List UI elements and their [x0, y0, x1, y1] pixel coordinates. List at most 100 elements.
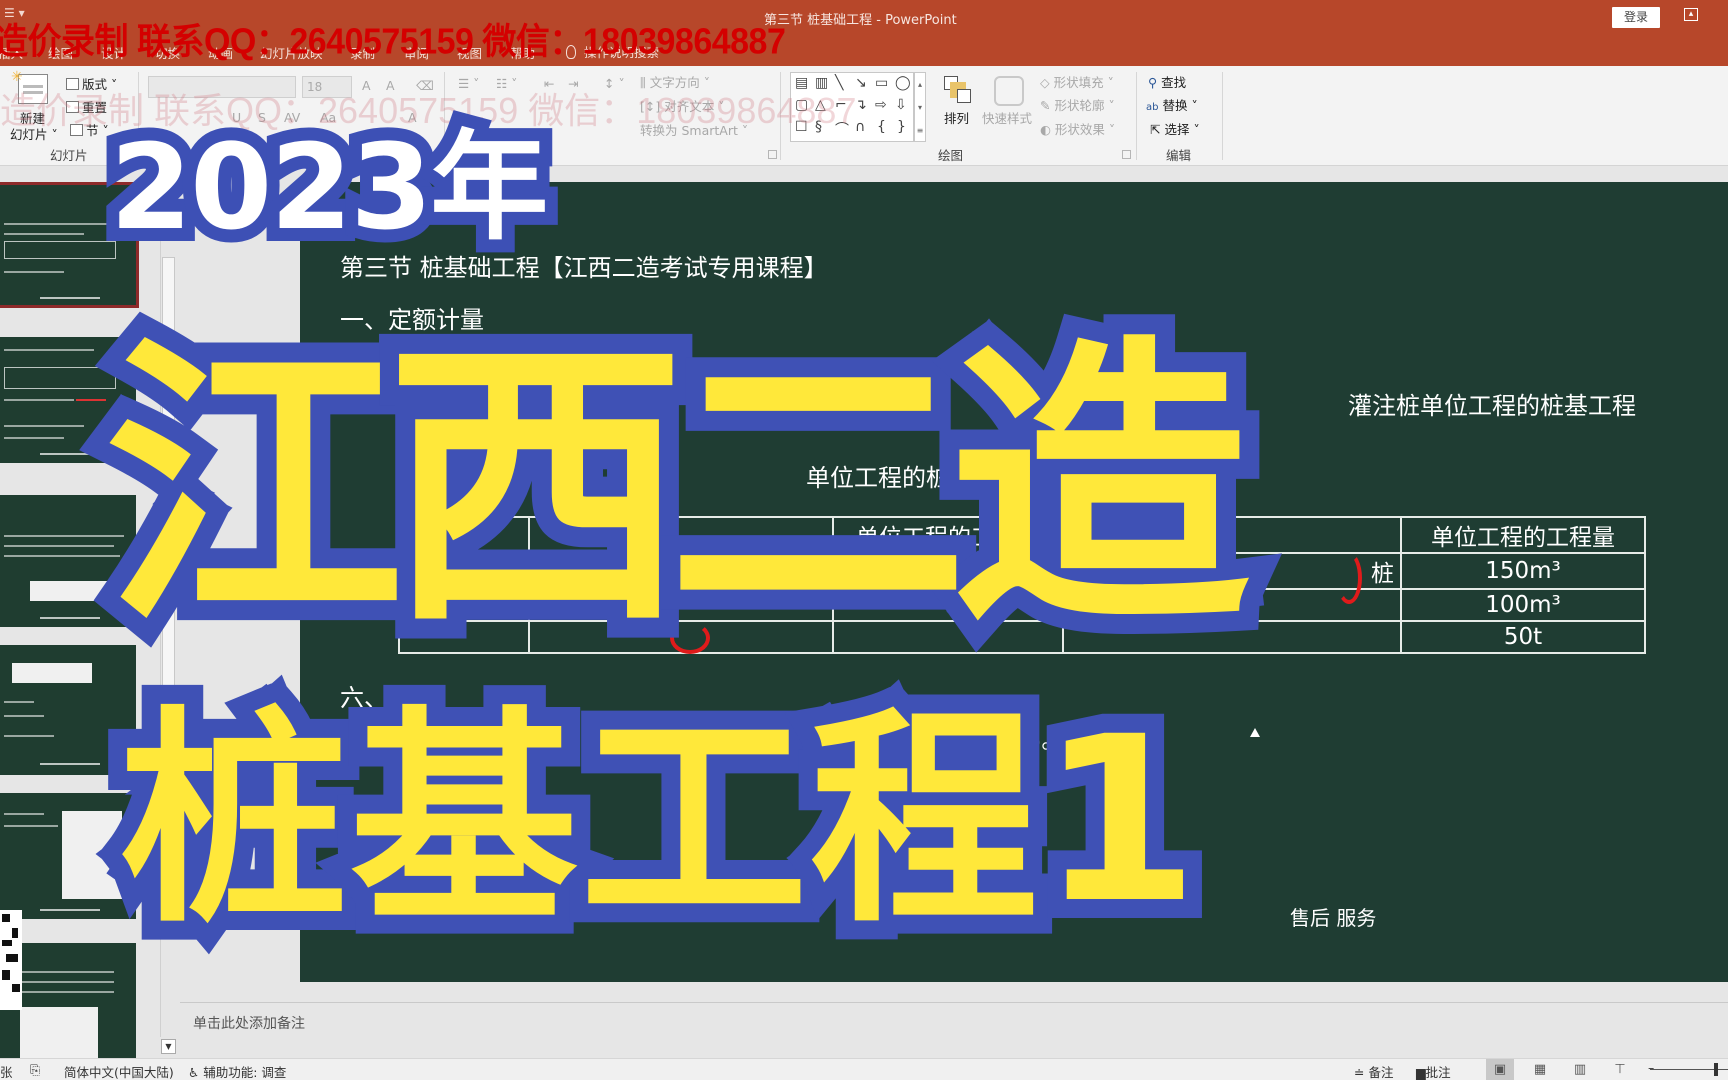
down-arrow-shape-icon[interactable]: ⇩ [895, 97, 907, 113]
arrow-line-shape-icon[interactable]: ↘ [855, 75, 867, 91]
ribbon-display-options-icon[interactable]: ▴ [1684, 8, 1698, 21]
arrange-icon[interactable] [944, 76, 972, 104]
thumb-text-line [4, 825, 58, 827]
slide-thumbnail[interactable] [0, 645, 136, 775]
overlay-year-text: 2023年 [97, 115, 561, 259]
arrange-button[interactable]: 排列 [944, 108, 969, 127]
spell-check-icon[interactable]: ⎘ [30, 1062, 40, 1078]
shape-fill-label: 形状填充 [1053, 75, 1104, 90]
comment-icon: ▆ [1416, 1065, 1426, 1080]
slide-thumbnail[interactable] [0, 793, 136, 919]
notes-button[interactable]: ≐ 备注 [1354, 1062, 1393, 1080]
shape-fill-button[interactable]: ◇ 形状填充 ˅ [1040, 72, 1114, 91]
footer-text: 售后 服务 [1290, 906, 1377, 930]
thumb-image [12, 663, 92, 683]
window-title: 第三节 桩基础工程 - PowerPoint [764, 13, 957, 28]
thumb-text-line [4, 271, 64, 273]
select-button[interactable]: ⇱ 选择 ˅ [1150, 119, 1200, 138]
overlay-title-text: 江西二造 [84, 313, 1270, 662]
normal-view-icon[interactable]: ▣ [1486, 1059, 1514, 1080]
slide-sorter-view-icon[interactable]: ▦ [1526, 1059, 1554, 1080]
select-label: 选择 [1164, 122, 1190, 137]
reading-view-icon[interactable]: ▥ [1566, 1059, 1594, 1080]
oval-shape-icon[interactable]: ◯ [895, 75, 911, 91]
table-header-cell: 单位工程的工程量 [1400, 516, 1646, 554]
find-button[interactable]: ⚲ 查找 [1148, 72, 1186, 91]
thumb-text-line [4, 349, 94, 351]
thumb-red-text [76, 399, 106, 401]
comments-label: 批注 [1425, 1065, 1451, 1080]
thumb-text-line [4, 813, 44, 815]
thumb-text-line [4, 715, 44, 717]
thumb-text-line [4, 233, 84, 235]
thumb-text-line [4, 425, 84, 427]
zoom-out-button[interactable]: – [1648, 1060, 1654, 1075]
thumb-table [4, 367, 116, 389]
notes-divider[interactable] [180, 1002, 1728, 1003]
cursor-arrow-icon: ⇱ [1150, 122, 1161, 137]
replace-button[interactable]: ab 替换 ˅ [1146, 95, 1198, 114]
slide-count: 张 [0, 1065, 13, 1080]
thumb-footer [40, 297, 100, 299]
drawing-dialog-launcher[interactable] [1122, 150, 1131, 159]
notes-placeholder[interactable]: 单击此处添加备注 [193, 1013, 305, 1033]
replace-label: 替换 [1162, 98, 1188, 113]
find-label: 查找 [1161, 75, 1187, 90]
shape-effects-button[interactable]: ◐ 形状效果 ˅ [1040, 119, 1115, 138]
rectangle-shape-icon[interactable]: ▭ [875, 75, 888, 91]
comments-button[interactable]: ▆批注 [1416, 1062, 1451, 1080]
thumb-text-line [4, 555, 120, 557]
language-indicator[interactable]: 简体中文(中国大陆) [64, 1062, 174, 1080]
zoom-slider-handle[interactable] [1714, 1063, 1718, 1076]
shape-outline-button[interactable]: ✎ 形状轮廓 ˅ [1040, 95, 1115, 114]
shapes-gallery-scroll[interactable]: ▴ ▾ ≡ [914, 72, 926, 142]
slides-group-label: 幻灯片 [50, 148, 88, 163]
scroll-down-arrow-icon[interactable]: ▼ [161, 1039, 176, 1054]
table-cell: 150m³ [1400, 552, 1646, 590]
table-cell: 100m³ [1400, 588, 1646, 622]
notes-label: 备注 [1368, 1065, 1394, 1080]
thumb-text-line [4, 223, 114, 225]
elbow-arrow-connector-icon[interactable]: ↴ [855, 97, 867, 113]
accessibility-icon: ♿ [188, 1065, 200, 1080]
slideshow-view-icon[interactable]: ⊤ [1606, 1059, 1634, 1080]
qr-code [0, 910, 22, 1010]
left-brace-shape-icon[interactable]: { [877, 119, 886, 135]
right-brace-shape-icon[interactable]: } [897, 119, 906, 135]
watermark-text: 造价录制 联系QQ：2640575159 微信：18039864887 [0, 22, 786, 63]
search-icon: ⚲ [1148, 75, 1158, 90]
thumb-footer [40, 763, 100, 765]
thumb-text-line [4, 437, 64, 439]
thumb-text-line [4, 735, 54, 737]
editing-group-label: 编辑 [1166, 148, 1192, 163]
thumb-text-line [4, 399, 74, 401]
paragraph-fragment: 灌注桩单位工程的桩基工程 [1348, 392, 1636, 420]
group-divider [1136, 72, 1137, 160]
shape-effects-label: 形状效果 [1054, 122, 1105, 137]
thumb-footer [40, 617, 100, 619]
red-annotation-mark [1336, 552, 1362, 604]
login-button[interactable]: 登录 [1612, 7, 1660, 28]
accessibility-label: 辅助功能: 调查 [203, 1065, 287, 1080]
curve-shape-icon[interactable]: ∩ [855, 119, 865, 135]
drawing-group-label: 绘图 [938, 148, 964, 163]
overlay-subtitle-text: 桩基工程1 [101, 687, 1218, 953]
right-arrow-shape-icon[interactable]: ⇨ [875, 97, 887, 113]
thumb-text-line [4, 545, 114, 547]
powerpoint-window: ☰ ▾ 第三节 桩基础工程 - PowerPoint 登录 ▴ 插入 绘图 设计… [0, 0, 1728, 1080]
thumb-footer [40, 909, 100, 911]
thumb-footer [40, 453, 100, 455]
thumb-image [62, 811, 122, 899]
group-divider [1222, 72, 1223, 160]
shape-outline-label: 形状轮廓 [1054, 98, 1105, 113]
table-cell: 50t [1400, 620, 1646, 654]
paragraph-dialog-launcher[interactable] [768, 150, 777, 159]
quick-styles-icon[interactable] [994, 76, 1024, 106]
accessibility-button[interactable]: ♿ 辅助功能: 调查 [188, 1062, 286, 1080]
thumb-table-image [20, 1007, 98, 1059]
quick-styles-button[interactable]: 快速样式 [982, 108, 1032, 127]
replace-icon: ab [1146, 102, 1159, 113]
status-bar: 张 ⎘ 简体中文(中国大陆) ♿ 辅助功能: 调查 ≐ 备注 ▆批注 ▣ ▦ ▥… [0, 1058, 1728, 1080]
mouse-cursor-icon [1250, 728, 1260, 737]
thumb-table [4, 241, 116, 259]
